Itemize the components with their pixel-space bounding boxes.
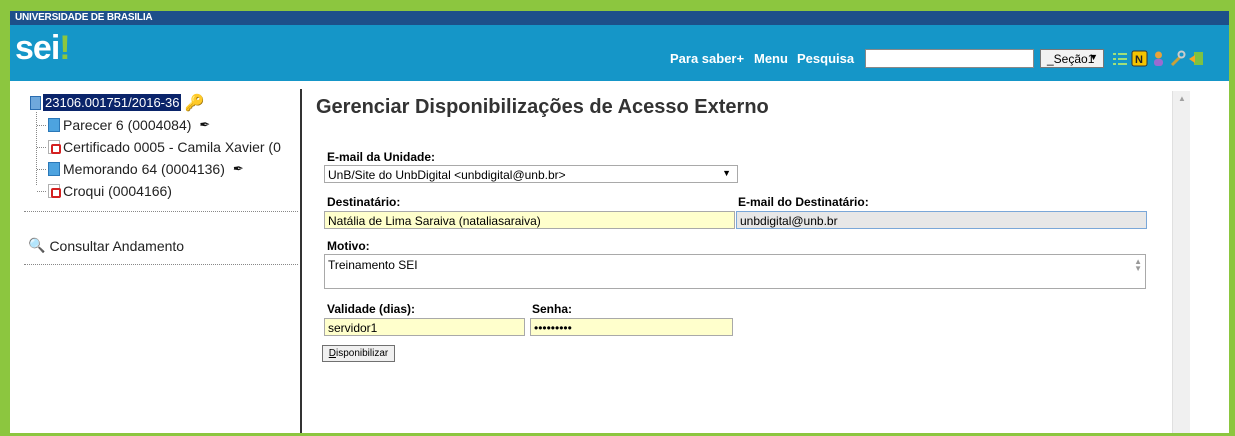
pdf-icon bbox=[48, 140, 61, 154]
panel-divider[interactable] bbox=[300, 89, 302, 433]
senha-value: ••••••••• bbox=[534, 321, 572, 335]
spinner-icon[interactable]: ▲ ▼ bbox=[1134, 258, 1142, 273]
email-destinatario-field[interactable]: unbdigital@unb.br bbox=[736, 211, 1147, 229]
note-icon[interactable]: N bbox=[1131, 50, 1148, 67]
logo-text: sei bbox=[15, 29, 60, 67]
tree-node-label: Memorando 64 (0004136) bbox=[63, 161, 225, 177]
logo-mark: ! bbox=[59, 29, 70, 67]
senha-field[interactable]: ••••••••• bbox=[530, 318, 733, 336]
email-destinatario-label: E-mail do Destinatário: bbox=[738, 195, 869, 209]
divider bbox=[24, 211, 298, 212]
motivo-value: Treinamento SEI bbox=[328, 258, 418, 272]
validade-field[interactable]: servidor1 bbox=[324, 318, 525, 336]
section-select[interactable]: _Seção1 ▼ bbox=[1040, 49, 1104, 68]
chevron-down-icon: ▼ bbox=[1089, 52, 1098, 62]
button-label: isponibilizar bbox=[335, 348, 389, 359]
search-input[interactable] bbox=[865, 49, 1034, 68]
email-unidade-label: E-mail da Unidade: bbox=[327, 150, 436, 164]
tree-connector bbox=[37, 190, 46, 192]
tree-connector bbox=[37, 146, 46, 148]
tree-node-label: Parecer 6 (0004084) bbox=[63, 117, 192, 133]
email-destinatario-value: unbdigital@unb.br bbox=[740, 214, 838, 228]
validade-label: Validade (dias): bbox=[327, 302, 416, 316]
pdf-icon bbox=[48, 184, 61, 198]
nav-menu[interactable]: Menu bbox=[754, 51, 788, 66]
scroll-up-icon[interactable]: ▲ bbox=[1178, 94, 1186, 103]
validade-value: servidor1 bbox=[328, 321, 378, 335]
university-name: UNIVERSIDADE DE BRASILIA bbox=[15, 12, 153, 23]
section-select-value: _Seção1 bbox=[1047, 52, 1095, 66]
process-icon bbox=[30, 95, 41, 110]
scrollbar[interactable]: ▲ bbox=[1172, 91, 1190, 433]
tools-icon[interactable] bbox=[1169, 50, 1186, 67]
button-mnemonic: D bbox=[328, 348, 336, 359]
destinatario-value: Natália de Lima Saraiva (nataliasaraiva) bbox=[328, 214, 541, 228]
destinatario-label: Destinatário: bbox=[327, 195, 401, 209]
document-icon bbox=[48, 118, 60, 132]
tree-connector bbox=[37, 124, 46, 126]
tree-node[interactable]: Certificado 0005 - Camila Xavier (0 bbox=[37, 138, 281, 156]
magnifier-icon: 🔍 bbox=[28, 237, 46, 253]
consultar-andamento-label: Consultar Andamento bbox=[49, 237, 185, 254]
email-unidade-select[interactable]: UnB/Site do UnbDigital <unbdigital@unb.b… bbox=[324, 165, 738, 183]
nav-pesquisa[interactable]: Pesquisa bbox=[797, 51, 854, 66]
process-number[interactable]: 23106.001751/2016-36 bbox=[43, 94, 182, 111]
signature-icon: ✒ bbox=[199, 117, 211, 132]
university-bar: UNIVERSIDADE DE BRASILIA bbox=[10, 11, 1229, 25]
nav-para-saber[interactable]: Para saber+ bbox=[670, 51, 744, 66]
process-tree: 23106.001751/2016-36 🔑 Parecer 6 (000408… bbox=[10, 81, 300, 433]
tree-node-label: Certificado 0005 - Camila Xavier (0 bbox=[63, 139, 281, 155]
exit-icon[interactable] bbox=[1188, 50, 1205, 67]
email-unidade-value: UnB/Site do UnbDigital <unbdigital@unb.b… bbox=[328, 168, 566, 182]
key-icon: 🔑 bbox=[184, 94, 205, 112]
svg-text:N: N bbox=[1135, 54, 1143, 66]
document-icon bbox=[48, 162, 60, 176]
tree-node[interactable]: Croqui (0004166) bbox=[37, 182, 172, 200]
divider bbox=[24, 264, 298, 265]
consultar-andamento-link[interactable]: 🔍 Consultar Andamento bbox=[28, 237, 184, 254]
page-title: Gerenciar Disponibilizações de Acesso Ex… bbox=[316, 96, 769, 118]
motivo-label: Motivo: bbox=[327, 239, 370, 253]
motivo-textarea[interactable]: Treinamento SEI ▲ ▼ bbox=[324, 254, 1146, 289]
signature-icon: ✒ bbox=[232, 161, 244, 176]
header: sei! Para saber+ Menu Pesquisa _Seção1 ▼ … bbox=[10, 25, 1229, 81]
user-icon[interactable] bbox=[1150, 50, 1167, 67]
tree-connector bbox=[37, 168, 46, 170]
destinatario-field[interactable]: Natália de Lima Saraiva (nataliasaraiva) bbox=[324, 211, 735, 229]
senha-label: Senha: bbox=[532, 302, 573, 316]
tree-root[interactable]: 23106.001751/2016-36 🔑 bbox=[30, 94, 205, 112]
tree-node[interactable]: Memorando 64 (0004136) ✒ bbox=[37, 160, 244, 178]
disponibilizar-button[interactable]: Disponibilizar bbox=[322, 345, 395, 362]
sei-logo[interactable]: sei! bbox=[15, 29, 71, 68]
tree-node-label: Croqui (0004166) bbox=[63, 183, 172, 199]
tree-node[interactable]: Parecer 6 (0004084) ✒ bbox=[37, 116, 210, 134]
chevron-down-icon: ▼ bbox=[722, 168, 731, 178]
list-icon[interactable] bbox=[1112, 50, 1129, 67]
